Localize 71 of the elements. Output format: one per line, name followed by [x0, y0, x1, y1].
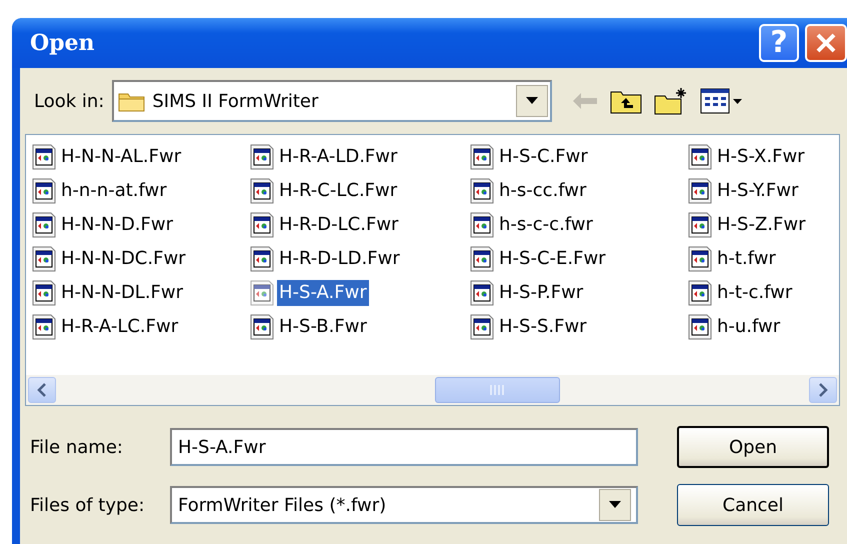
file-icon [31, 279, 57, 307]
look-in-dropdown[interactable]: SIMS II FormWriter [112, 80, 552, 122]
cancel-button[interactable]: Cancel [677, 484, 829, 526]
file-icon [31, 143, 57, 171]
file-item[interactable]: h-t.fwr [715, 246, 778, 272]
file-icon [687, 211, 713, 239]
file-icon [469, 143, 495, 171]
scroll-right-button[interactable] [809, 377, 837, 403]
file-icon [31, 177, 57, 205]
file-item[interactable]: H-S-A.Fwr [277, 280, 369, 306]
file-item[interactable]: H-R-A-LD.Fwr [277, 144, 400, 170]
file-item[interactable]: H-N-N-AL.Fwr [59, 144, 184, 170]
file-name-field[interactable]: H-S-A.Fwr [170, 428, 638, 466]
file-item[interactable]: h-s-c-c.fwr [497, 212, 595, 238]
file-icon [31, 313, 57, 341]
file-item[interactable]: h-n-n-at.fwr [59, 178, 169, 204]
file-icon [469, 313, 495, 341]
file-item[interactable]: H-N-N-D.Fwr [59, 212, 176, 238]
horizontal-scrollbar[interactable] [26, 375, 839, 405]
file-icon [249, 177, 275, 205]
file-item[interactable]: H-S-Y.Fwr [715, 178, 800, 204]
file-name-label: File name: [30, 436, 124, 460]
window-title: Open [30, 28, 96, 58]
file-icon [249, 245, 275, 273]
file-icon [687, 313, 713, 341]
open-button[interactable]: Open [677, 426, 829, 468]
file-item[interactable]: H-R-C-LC.Fwr [277, 178, 400, 204]
file-icon [469, 177, 495, 205]
file-type-label: Files of type: [30, 494, 146, 518]
file-item[interactable]: H-R-D-LC.Fwr [277, 212, 400, 238]
file-item[interactable]: H-S-C.Fwr [497, 144, 590, 170]
file-item[interactable]: H-S-Z.Fwr [715, 212, 808, 238]
file-icon [249, 143, 275, 171]
view-menu-icon [700, 87, 744, 115]
close-icon [814, 31, 838, 55]
dropdown-button[interactable] [599, 489, 631, 521]
file-item[interactable]: H-N-N-DC.Fwr [59, 246, 188, 272]
file-item[interactable]: H-S-X.Fwr [715, 144, 807, 170]
file-item[interactable]: H-S-P.Fwr [497, 280, 586, 306]
close-button[interactable] [805, 24, 847, 62]
file-icon [469, 211, 495, 239]
dropdown-button[interactable] [516, 85, 548, 117]
file-icon [31, 211, 57, 239]
caret-icon [526, 97, 538, 105]
caret-icon [609, 501, 621, 509]
file-icon [687, 245, 713, 273]
file-item[interactable]: h-u.fwr [715, 314, 782, 340]
file-item[interactable]: H-N-N-DL.Fwr [59, 280, 186, 306]
file-icon [687, 177, 713, 205]
file-item[interactable]: H-S-C-E.Fwr [497, 246, 608, 272]
new-folder-icon [654, 87, 688, 115]
file-icon [687, 279, 713, 307]
file-icon [249, 313, 275, 341]
file-item[interactable]: H-S-B.Fwr [277, 314, 369, 340]
back-arrow-icon [572, 92, 598, 110]
file-icon [249, 211, 275, 239]
file-icon [469, 279, 495, 307]
grip-icon [490, 385, 504, 395]
file-item[interactable]: h-t-c.fwr [715, 280, 794, 306]
look-in-label: Look in: [34, 90, 104, 114]
file-item[interactable]: H-S-S.Fwr [497, 314, 589, 340]
file-item[interactable]: h-s-cc.fwr [497, 178, 588, 204]
file-item[interactable]: H-R-D-LD.Fwr [277, 246, 402, 272]
scroll-left-button[interactable] [28, 377, 56, 403]
file-icon [687, 143, 713, 171]
scroll-thumb[interactable] [434, 377, 560, 403]
file-icon [249, 279, 275, 307]
file-icon [469, 245, 495, 273]
file-type-dropdown[interactable]: FormWriter Files (*.fwr) [170, 486, 638, 524]
file-item[interactable]: H-R-A-LC.Fwr [59, 314, 180, 340]
file-icon [31, 245, 57, 273]
